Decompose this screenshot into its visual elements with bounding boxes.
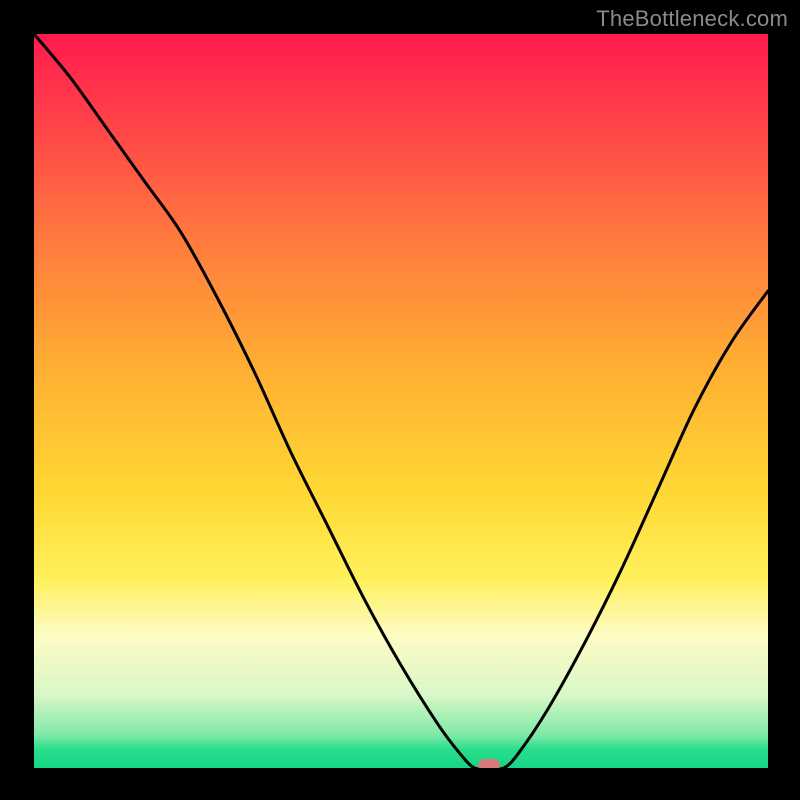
optimal-marker <box>478 759 500 771</box>
gradient-background <box>34 34 768 768</box>
bottleneck-chart <box>0 0 800 800</box>
chart-frame: { "attribution": "TheBottleneck.com", "c… <box>0 0 800 800</box>
attribution-text: TheBottleneck.com <box>596 6 788 32</box>
